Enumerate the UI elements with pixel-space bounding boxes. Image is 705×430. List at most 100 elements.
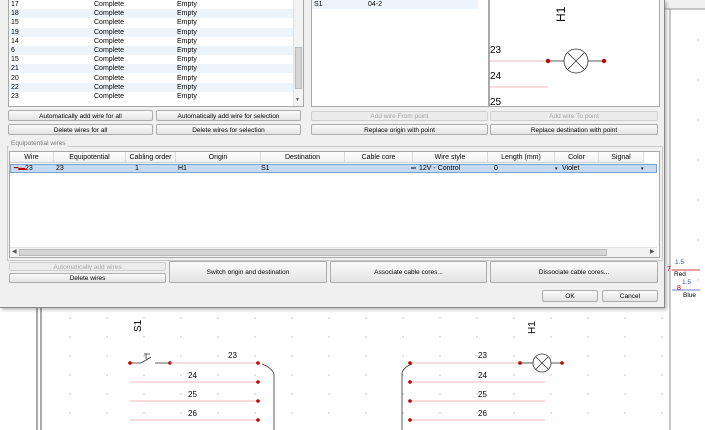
column-header[interactable]: Signal bbox=[599, 152, 644, 163]
wire-status: Complete bbox=[94, 47, 124, 54]
list-item[interactable]: 14 Complete Empty bbox=[9, 37, 294, 46]
grid-dot bbox=[254, 317, 256, 319]
column-header[interactable]: Origin bbox=[176, 152, 261, 163]
grid-dot bbox=[587, 393, 589, 395]
grid-dot bbox=[328, 317, 330, 319]
column-header[interactable]: Length (mm) bbox=[488, 152, 555, 163]
auto-add-wires-button[interactable]: Automatically add wires bbox=[9, 262, 166, 271]
grid-dot bbox=[661, 355, 663, 357]
wire-type: Empty bbox=[177, 47, 197, 54]
wire-id: 17 bbox=[11, 1, 19, 8]
grid-dot bbox=[69, 393, 71, 395]
column-header[interactable]: Equipotential bbox=[54, 152, 126, 163]
associate-cable-cores-button[interactable]: Associate cable cores... bbox=[330, 261, 487, 283]
wire-label-25-left: 25 bbox=[188, 390, 197, 399]
switch-origin-destination-button[interactable]: Switch origin and destination bbox=[169, 261, 327, 283]
wire-type: Empty bbox=[177, 28, 197, 36]
preview-wire-25: 25 bbox=[490, 97, 502, 107]
wire-id: 19 bbox=[11, 28, 19, 36]
wire-type: Empty bbox=[177, 19, 197, 27]
auto-add-wire-selection-button[interactable]: Automatically add wire for selection bbox=[156, 110, 301, 121]
grid-dot bbox=[217, 412, 219, 414]
scroll-right-arrow-icon[interactable]: ▶ bbox=[650, 248, 655, 257]
delete-wires-button[interactable]: Delete wires bbox=[9, 273, 166, 283]
mapping-row[interactable]: S1 04-2 bbox=[312, 0, 478, 9]
grid-dot bbox=[328, 336, 330, 338]
grid-dot bbox=[624, 374, 626, 376]
grid-dot bbox=[143, 336, 145, 338]
wire-type: Empty bbox=[177, 56, 197, 64]
list-item[interactable]: 23 Complete Empty bbox=[9, 92, 294, 101]
wire-list[interactable]: 17 Complete Empty 18 Complete Empty 15 Complete… bbox=[8, 0, 304, 107]
auto-add-wire-all-button[interactable]: Automatically add wire for all bbox=[8, 110, 153, 121]
scrollbar-thumb[interactable] bbox=[19, 249, 607, 256]
grid-dot bbox=[697, 119, 699, 121]
grid-dot bbox=[180, 317, 182, 319]
grid-horizontal-scrollbar[interactable]: ◀ ▶ bbox=[10, 247, 657, 257]
table-row[interactable]: ━▬ 23 23 1 H1 S1 ═ 12V - Control 0 ▾ Vio… bbox=[10, 164, 657, 173]
grid-dot bbox=[587, 412, 589, 414]
list-item[interactable]: 6 Complete Empty bbox=[9, 46, 294, 55]
grid-dot bbox=[143, 412, 145, 414]
connection-mapping-list[interactable]: S1 04-2 bbox=[311, 0, 489, 107]
delete-wires-selection-button[interactable]: Delete wires for selection bbox=[156, 124, 301, 135]
grid-dot bbox=[697, 39, 699, 41]
list-item[interactable]: 20 Complete Empty bbox=[9, 74, 294, 83]
grid-dot bbox=[476, 317, 478, 319]
replace-origin-button[interactable]: Replace origin with point bbox=[311, 124, 488, 135]
grid-dot bbox=[365, 355, 367, 357]
column-header[interactable]: Destination bbox=[261, 152, 345, 163]
list-item[interactable]: 15 Complete Empty bbox=[9, 55, 294, 64]
delete-wires-all-button[interactable]: Delete wires for all bbox=[8, 124, 153, 135]
add-wire-to-point-button[interactable]: Add wire To point bbox=[490, 111, 658, 121]
column-header[interactable]: Cable core bbox=[345, 152, 413, 163]
wire-label-24-left: 24 bbox=[188, 371, 197, 380]
grid-dot bbox=[550, 374, 552, 376]
scroll-down-arrow-icon[interactable]: ▼ bbox=[295, 97, 300, 103]
schematic-preview[interactable]: H1 23 24 25 bbox=[489, 0, 660, 107]
grid-dot bbox=[254, 355, 256, 357]
cancel-button[interactable]: Cancel bbox=[602, 290, 658, 302]
grid-dot bbox=[106, 374, 108, 376]
grid-dot bbox=[624, 355, 626, 357]
grid-dot bbox=[439, 374, 441, 376]
ok-button[interactable]: OK bbox=[542, 290, 598, 302]
wire-type: Empty bbox=[177, 10, 197, 18]
grid-dot bbox=[69, 374, 71, 376]
scroll-left-arrow-icon[interactable]: ◀ bbox=[12, 248, 17, 257]
grid-dot bbox=[291, 355, 293, 357]
dissociate-cable-cores-button[interactable]: Dissociate cable cores... bbox=[490, 261, 658, 283]
grid-dot bbox=[550, 355, 552, 357]
grid-dot bbox=[217, 393, 219, 395]
cell-origin: H1 bbox=[178, 165, 187, 172]
grid-dot bbox=[697, 159, 699, 161]
cell-wire-style-marker: ═ bbox=[411, 165, 416, 172]
cell-wire: 23 bbox=[25, 165, 33, 172]
list-item[interactable]: 21 Complete Empty bbox=[9, 64, 294, 74]
right-component-label: H1 bbox=[527, 321, 538, 334]
wire-list-scrollbar[interactable]: ▼ bbox=[293, 0, 303, 106]
list-item[interactable]: 17 Complete Empty bbox=[9, 0, 294, 9]
cell-equipotential: 23 bbox=[56, 165, 64, 172]
wire-label-23-right: 23 bbox=[478, 351, 487, 360]
grid-dot bbox=[328, 412, 330, 414]
column-header[interactable]: Wire bbox=[10, 152, 54, 163]
column-header[interactable]: Cabling order bbox=[126, 152, 176, 163]
replace-destination-button[interactable]: Replace destination with point bbox=[490, 124, 658, 135]
cell-destination: S1 bbox=[261, 165, 270, 172]
wire-id: 23 bbox=[11, 93, 19, 100]
grid-dot bbox=[69, 355, 71, 357]
column-header[interactable]: Color bbox=[555, 152, 599, 163]
list-item[interactable]: 18 Complete Empty bbox=[9, 9, 294, 19]
equipotential-grid[interactable]: Wire Equipotential Cabling order Origin Dest… bbox=[9, 151, 660, 258]
scrollbar-thumb[interactable] bbox=[295, 47, 302, 89]
list-item[interactable]: 22 Complete Empty bbox=[9, 82, 294, 92]
grid-dot bbox=[106, 412, 108, 414]
add-wire-from-point-button[interactable]: Add wire From point bbox=[311, 111, 488, 121]
column-header[interactable]: Wire style bbox=[413, 152, 488, 163]
list-item[interactable]: 19 Complete Empty bbox=[9, 27, 294, 37]
list-item[interactable]: 15 Complete Empty bbox=[9, 18, 294, 27]
grid-dot bbox=[587, 336, 589, 338]
grid-dot bbox=[697, 279, 699, 281]
grid-dot bbox=[513, 412, 515, 414]
